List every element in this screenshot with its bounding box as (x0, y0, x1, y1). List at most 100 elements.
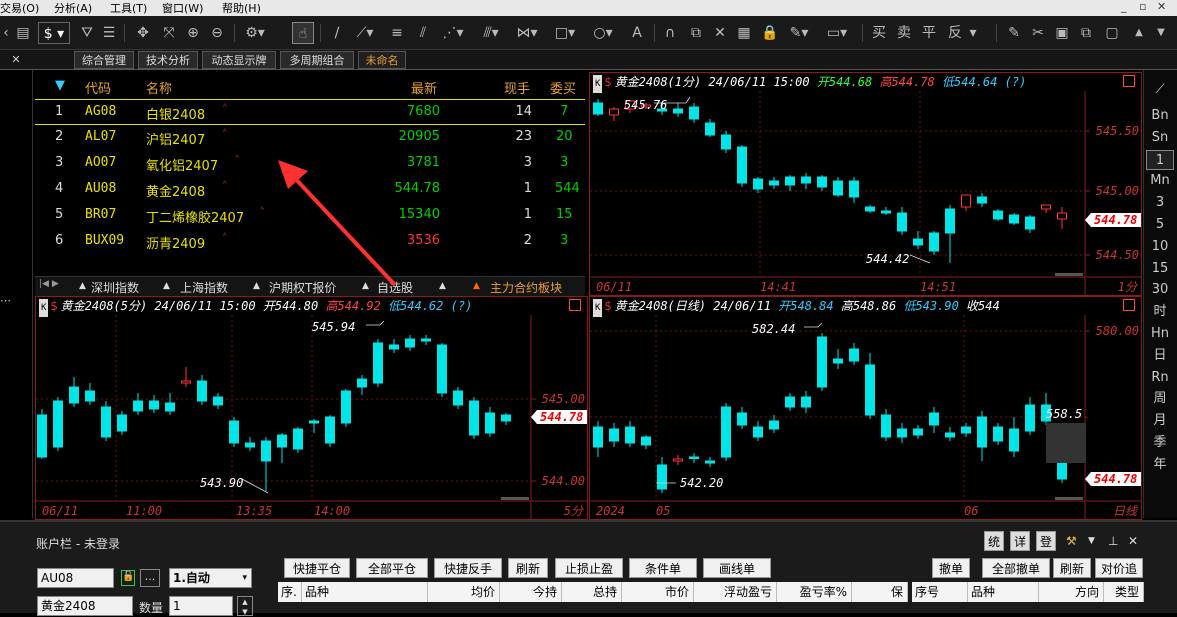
order-column-header[interactable]: 序号 (912, 582, 968, 602)
account-action-button[interactable]: 快捷平仓 (284, 558, 350, 578)
settings-icon[interactable]: ⚙▾ (242, 22, 268, 44)
delete-draw-icon[interactable]: ✕ (710, 22, 730, 44)
layers-icon[interactable]: ⧉ (1076, 22, 1096, 44)
account-toggle-icon[interactable]: 统 (984, 531, 1004, 551)
account-action-button[interactable]: 止损止盈 (555, 558, 623, 578)
pen-color-icon[interactable]: ✎▾ (786, 22, 812, 44)
position-column-header[interactable]: 均价 (428, 582, 500, 602)
position-column-header[interactable]: 今持 (500, 582, 562, 602)
order-column-header[interactable]: 方向 (1039, 582, 1104, 602)
menu-help[interactable]: 帮助(H) (222, 0, 261, 16)
minimize-icon[interactable]: _ (1121, 0, 1127, 13)
buy-button[interactable]: 买 (870, 22, 888, 44)
position-column-header[interactable]: 品种 (302, 582, 428, 602)
period-button[interactable]: Sn (1146, 128, 1174, 148)
zoom-in-icon[interactable]: ⊕ (184, 22, 202, 44)
quote-row[interactable]: 1 AG08 白银2408 ᴬ 7680 14 7 (35, 99, 585, 125)
period-button[interactable]: 时 (1146, 302, 1174, 322)
fib-tool-icon[interactable]: ⋈▾ (514, 22, 540, 44)
quote-row[interactable]: 2 AL07 沪铝2407 ᴬ 20905 23 20 (35, 125, 585, 151)
position-column-header[interactable]: 市价 (622, 582, 694, 602)
restore-icon[interactable]: ▫ (1139, 0, 1146, 13)
period-button[interactable]: 1 (1146, 149, 1174, 170)
text-tool-icon[interactable]: A (626, 22, 648, 44)
lock-icon[interactable]: 🔓 (121, 570, 135, 586)
paste-icon[interactable]: ▣ (1052, 22, 1072, 44)
tab-technical[interactable]: 技术分析 (138, 51, 198, 69)
account-toggle-icon[interactable]: 登 (1036, 531, 1056, 551)
order-column-header[interactable]: 类型 (1104, 582, 1144, 602)
menu-analysis[interactable]: 分析(A) (54, 0, 92, 16)
period-button[interactable]: 3 (1146, 193, 1174, 213)
fit-icon[interactable]: ⤧ (160, 22, 178, 44)
tools-icon[interactable]: ⚒ (1066, 534, 1077, 548)
close-tab-icon[interactable]: ✕ (6, 51, 26, 69)
hand-cursor-icon[interactable]: ☝ (292, 22, 314, 44)
line-tool-icon[interactable]: ∕ (326, 22, 348, 44)
header-latest[interactable]: 最新 (411, 78, 437, 97)
copy-draw-icon[interactable]: ⧉ (686, 22, 706, 44)
quote-row[interactable]: 6 BUX09 沥青2409 ᴬ 3536 2 3 (35, 229, 585, 255)
rect-tool-icon[interactable]: □▾ (552, 22, 578, 44)
period-button[interactable]: 月 (1146, 411, 1174, 431)
document-icon[interactable]: ▤ (14, 22, 32, 44)
order-action-button[interactable]: 对价追 (1095, 558, 1143, 578)
period-button[interactable]: 5 (1146, 215, 1174, 235)
line-chart-icon[interactable]: ⟋ (1146, 80, 1174, 100)
position-column-header[interactable]: 浮动盈亏 (694, 582, 777, 602)
screen-icon[interactable]: ▭▾ (824, 22, 850, 44)
period-button[interactable]: 日 (1146, 346, 1174, 366)
quote-row[interactable]: 3 AO07 氧化铝2407 ᴬ 3781 3 3 (35, 151, 585, 177)
period-button[interactable]: Rn (1146, 368, 1174, 388)
tab-dynamic-board[interactable]: 动态显示牌 (202, 51, 276, 69)
draw-icon[interactable]: ✎ (1004, 22, 1024, 44)
cut-icon[interactable]: ✂ (1028, 22, 1048, 44)
account-action-button[interactable]: 全部平仓 (356, 558, 428, 578)
period-button[interactable]: Bn (1146, 106, 1174, 126)
hline-tool-icon[interactable]: ≡ (386, 22, 408, 44)
position-column-header[interactable]: 保 (852, 582, 908, 602)
list-icon[interactable]: ☰ (100, 22, 118, 44)
account-action-button[interactable]: 刷新 (508, 558, 548, 578)
ray-tool-icon[interactable]: ⟋▾ (352, 22, 378, 44)
tab-shenzhen[interactable]: 深圳指数 (91, 279, 139, 296)
tab-watchlist[interactable]: 自选股 (377, 279, 413, 296)
position-column-header[interactable]: 序. (278, 582, 302, 602)
account-toggle-icon[interactable]: 详 (1010, 531, 1030, 551)
parallel-tool-icon[interactable]: ⫻▾ (478, 22, 504, 44)
position-column-header[interactable]: 盈亏率% (777, 582, 852, 602)
channel-tool-icon[interactable]: ⫽ (412, 22, 434, 44)
contract-code-input[interactable]: AU08 (37, 568, 114, 588)
grid-icon[interactable]: ▦ (734, 22, 754, 44)
reverse-button[interactable]: 反 (946, 22, 964, 44)
quantity-input[interactable]: 1 (169, 596, 233, 616)
magnet-icon[interactable]: ∩ (660, 22, 680, 44)
order-action-button[interactable]: 撤单 (932, 558, 970, 578)
scroll-thumb[interactable] (1055, 497, 1083, 500)
position-column-header[interactable]: 总持 (562, 582, 622, 602)
account-action-button[interactable]: 快捷反手 (434, 558, 502, 578)
period-button[interactable]: 周 (1146, 389, 1174, 409)
tab-options-t[interactable]: 沪期权T报价 (269, 279, 336, 296)
scroll-left-icon[interactable]: |◀ ▶ (39, 279, 59, 289)
menu-window[interactable]: 窗口(W) (162, 0, 203, 16)
window-icon[interactable]: ▢ (1102, 22, 1122, 44)
period-button[interactable]: 15 (1146, 259, 1174, 279)
account-action-button[interactable]: 画线单 (703, 558, 771, 578)
order-action-button[interactable]: 刷新 (1053, 558, 1091, 578)
account-action-button[interactable]: 条件单 (629, 558, 697, 578)
lock-icon[interactable]: 🔒 (760, 22, 780, 44)
close-icon[interactable]: ✕ (1157, 0, 1166, 13)
tab-shanghai[interactable]: 上海指数 (180, 279, 228, 296)
filter-icon[interactable]: ⛛ (78, 22, 96, 44)
browse-button[interactable]: ... (140, 569, 160, 587)
circle-tool-icon[interactable]: ○▾ (590, 22, 616, 44)
quote-row[interactable]: 4 AU08 黄金2408 ᴬ 544.78 1 544 (35, 177, 585, 203)
currency-dropdown[interactable]: $ ▾ (38, 22, 70, 44)
sell-button[interactable]: 卖 (895, 22, 913, 44)
collapse-down-icon[interactable]: ▼ (1154, 22, 1168, 44)
menu-trade[interactable]: 交易(O) (0, 0, 39, 16)
menu-tools[interactable]: 工具(T) (110, 0, 147, 16)
period-button[interactable]: Mn (1146, 171, 1174, 191)
header-volume[interactable]: 现手 (504, 78, 530, 97)
